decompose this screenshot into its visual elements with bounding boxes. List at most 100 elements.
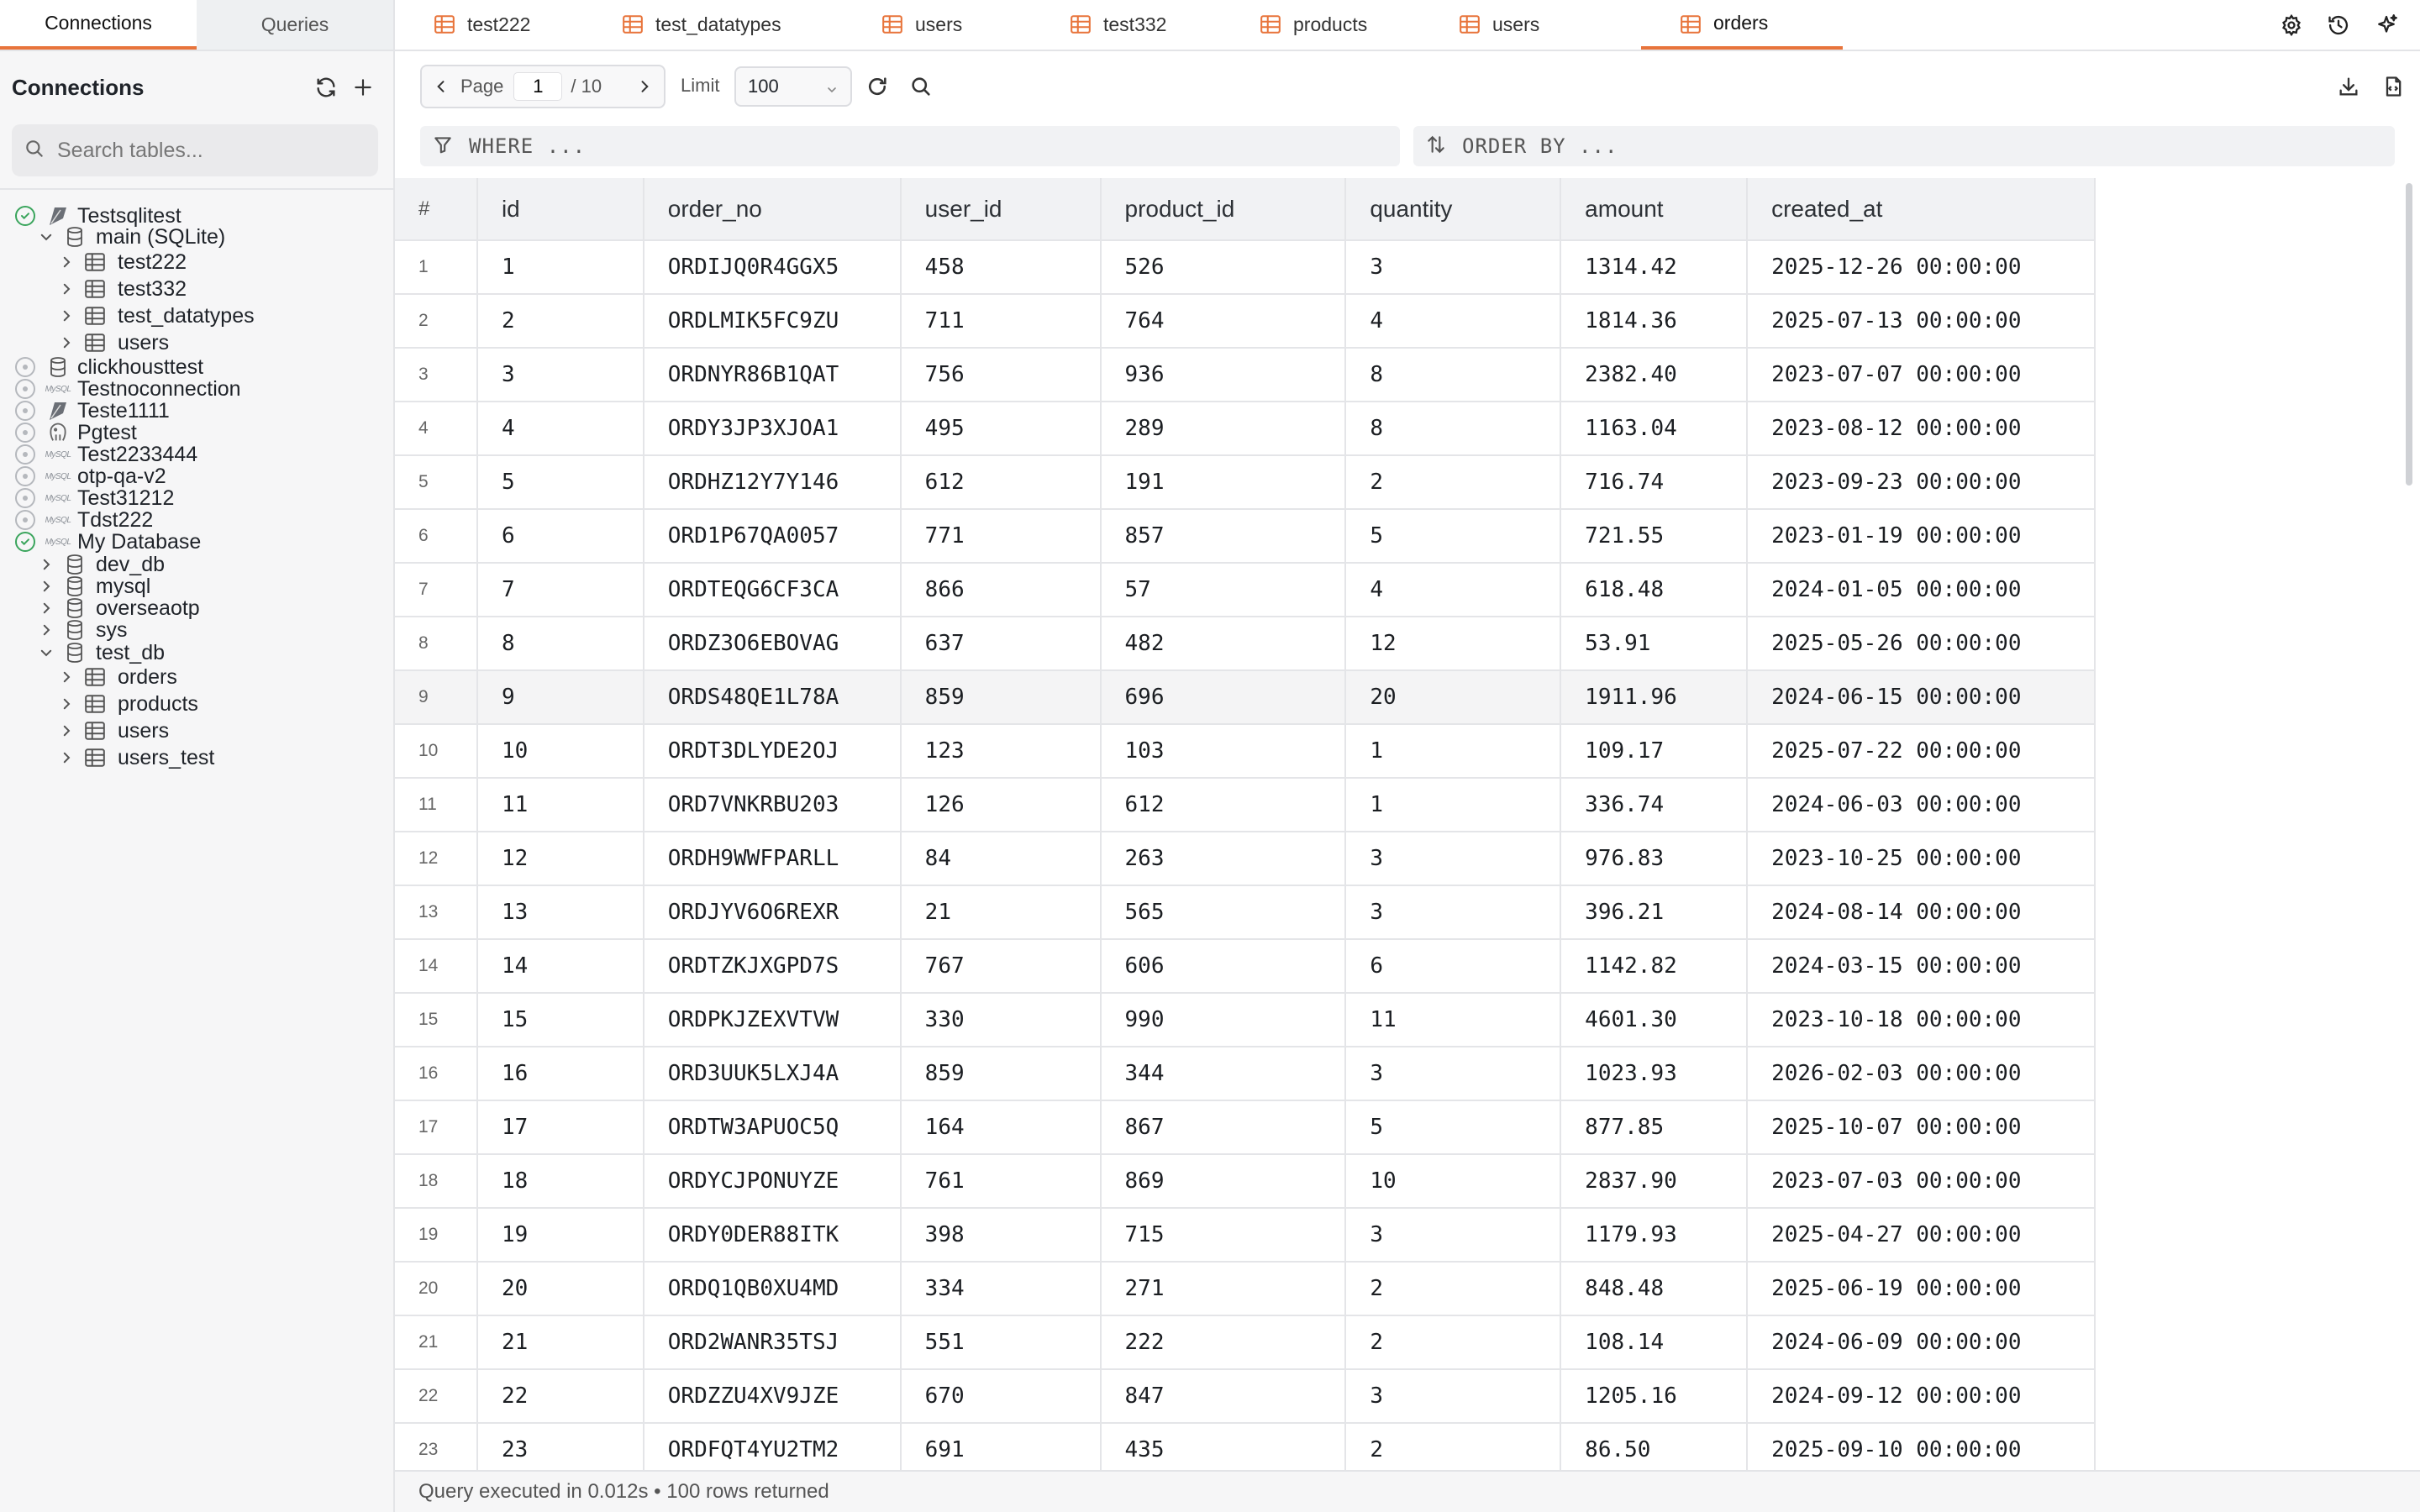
cell-order-no[interactable]: ORDZZU4XV9JZE — [643, 1369, 902, 1424]
cell-order-no[interactable]: ORDS48QE1L78A — [643, 670, 902, 725]
cell-order-no[interactable]: ORD7VNKRBU203 — [643, 778, 902, 832]
table-item-orders[interactable]: orders — [0, 664, 393, 690]
table-row[interactable]: 6 6 ORD1P67QA0057 771 857 5 721.55 2023-01-19 0… — [395, 509, 2096, 564]
cell-product-id[interactable]: 103 — [1100, 724, 1347, 779]
row-number-cell[interactable]: 23 — [395, 1423, 478, 1478]
chevron-right-icon[interactable] — [57, 668, 76, 686]
cell-quantity[interactable]: 5 — [1345, 1100, 1562, 1155]
column-header-amount[interactable]: amount — [1560, 178, 1749, 241]
query-tab-test222[interactable]: test222 — [395, 0, 583, 50]
table-row[interactable]: 15 15 ORDPKJZEXVTVW 330 990 11 4601.30 2023-10-… — [395, 993, 2096, 1047]
cell-created-at[interactable]: 2025-10-07 00:00:00 — [1747, 1100, 2096, 1155]
cell-order-no[interactable]: ORDLMIK5FC9ZU — [643, 294, 902, 349]
cell-product-id[interactable]: 289 — [1100, 402, 1347, 456]
cell-id[interactable]: 21 — [476, 1315, 644, 1370]
cell-id[interactable]: 22 — [476, 1369, 644, 1424]
cell-id[interactable]: 2 — [476, 294, 644, 349]
cell-user-id[interactable]: 859 — [900, 1047, 1102, 1101]
cell-product-id[interactable]: 696 — [1100, 670, 1347, 725]
cell-order-no[interactable]: ORDYCJPONUYZE — [643, 1154, 902, 1209]
cell-id[interactable]: 18 — [476, 1154, 644, 1209]
query-tab-users[interactable]: users — [1420, 0, 1641, 50]
cell-product-id[interactable]: 344 — [1100, 1047, 1347, 1101]
where-filter-input[interactable]: WHERE ... — [420, 126, 1400, 166]
cell-created-at[interactable]: 2024-06-09 00:00:00 — [1747, 1315, 2096, 1370]
table-row[interactable]: 9 9 ORDS48QE1L78A 859 696 20 1911.96 2024-06-15… — [395, 670, 2096, 725]
cell-created-at[interactable]: 2025-06-19 00:00:00 — [1747, 1262, 2096, 1316]
cell-product-id[interactable]: 57 — [1100, 563, 1347, 617]
cell-product-id[interactable]: 847 — [1100, 1369, 1347, 1424]
chevron-right-icon[interactable] — [57, 695, 76, 713]
query-tab-orders[interactable]: orders — [1641, 0, 1843, 50]
cell-user-id[interactable]: 330 — [900, 993, 1102, 1047]
cell-order-no[interactable]: ORDJYV6O6REXR — [643, 885, 902, 940]
cell-amount[interactable]: 1179.93 — [1560, 1208, 1749, 1263]
cell-quantity[interactable]: 11 — [1345, 993, 1562, 1047]
table-row[interactable]: 11 11 ORD7VNKRBU203 126 612 1 336.74 2024-06-03… — [395, 778, 2096, 832]
cell-quantity[interactable]: 2 — [1345, 1315, 1562, 1370]
row-number-cell[interactable]: 3 — [395, 348, 478, 402]
cell-quantity[interactable]: 5 — [1345, 509, 1562, 564]
cell-amount[interactable]: 618.48 — [1560, 563, 1749, 617]
cell-user-id[interactable]: 691 — [900, 1423, 1102, 1478]
cell-order-no[interactable]: ORDTZKJXGPD7S — [643, 939, 902, 994]
cell-id[interactable]: 16 — [476, 1047, 644, 1101]
cell-order-no[interactable]: ORDIJQ0R4GGX5 — [643, 240, 902, 295]
table-row[interactable]: 13 13 ORDJYV6O6REXR 21 565 3 396.21 2024-08-14 … — [395, 885, 2096, 940]
cell-user-id[interactable]: 761 — [900, 1154, 1102, 1209]
cell-quantity[interactable]: 3 — [1345, 885, 1562, 940]
cell-product-id[interactable]: 869 — [1100, 1154, 1347, 1209]
cell-created-at[interactable]: 2024-01-05 00:00:00 — [1747, 563, 2096, 617]
cell-amount[interactable]: 877.85 — [1560, 1100, 1749, 1155]
cell-user-id[interactable]: 612 — [900, 455, 1102, 510]
table-item-users[interactable]: users — [0, 717, 393, 744]
cell-user-id[interactable]: 637 — [900, 617, 1102, 671]
cell-amount[interactable]: 1205.16 — [1560, 1369, 1749, 1424]
cell-amount[interactable]: 108.14 — [1560, 1315, 1749, 1370]
cell-product-id[interactable]: 857 — [1100, 509, 1347, 564]
row-number-cell[interactable]: 17 — [395, 1100, 478, 1155]
cell-order-no[interactable]: ORDFQT4YU2TM2 — [643, 1423, 902, 1478]
column-header-product-id[interactable]: product_id — [1100, 178, 1347, 241]
column-header-user-id[interactable]: user_id — [900, 178, 1102, 241]
chevron-right-icon[interactable] — [57, 280, 76, 298]
row-number-cell[interactable]: 16 — [395, 1047, 478, 1101]
cell-created-at[interactable]: 2025-04-27 00:00:00 — [1747, 1208, 2096, 1263]
cell-amount[interactable]: 976.83 — [1560, 832, 1749, 886]
cell-id[interactable]: 4 — [476, 402, 644, 456]
cell-id[interactable]: 8 — [476, 617, 644, 671]
table-row[interactable]: 8 8 ORDZ3O6EBOVAG 637 482 12 53.91 2025-05-26 0… — [395, 617, 2096, 671]
cell-user-id[interactable]: 551 — [900, 1315, 1102, 1370]
cell-id[interactable]: 10 — [476, 724, 644, 779]
settings-gear-icon[interactable] — [2275, 10, 2308, 40]
table-row[interactable]: 22 22 ORDZZU4XV9JZE 670 847 3 1205.16 2024-09-1… — [395, 1369, 2096, 1424]
download-icon[interactable] — [2332, 70, 2365, 103]
cell-product-id[interactable]: 565 — [1100, 885, 1347, 940]
cell-created-at[interactable]: 2024-09-12 00:00:00 — [1747, 1369, 2096, 1424]
cell-order-no[interactable]: ORDNYR86B1QAT — [643, 348, 902, 402]
table-row[interactable]: 14 14 ORDTZKJXGPD7S 767 606 6 1142.82 2024-03-1… — [395, 939, 2096, 994]
table-row[interactable]: 12 12 ORDH9WWFPARLL 84 263 3 976.83 2023-10-25 … — [395, 832, 2096, 886]
cell-quantity[interactable]: 20 — [1345, 670, 1562, 725]
cell-quantity[interactable]: 3 — [1345, 832, 1562, 886]
cell-order-no[interactable]: ORD1P67QA0057 — [643, 509, 902, 564]
table-row[interactable]: 17 17 ORDTW3APUOC5Q 164 867 5 877.85 2025-10-07… — [395, 1100, 2096, 1155]
cell-quantity[interactable]: 3 — [1345, 240, 1562, 295]
cell-created-at[interactable]: 2025-05-26 00:00:00 — [1747, 617, 2096, 671]
database-item-main-sqlite[interactable]: main (SQLite) — [0, 223, 393, 250]
row-number-cell[interactable]: 5 — [395, 455, 478, 510]
cell-order-no[interactable]: ORDT3DLYDE2OJ — [643, 724, 902, 779]
row-number-cell[interactable]: 22 — [395, 1369, 478, 1424]
table-row[interactable]: 10 10 ORDT3DLYDE2OJ 123 103 1 109.17 2025-07-22… — [395, 724, 2096, 779]
cell-amount[interactable]: 848.48 — [1560, 1262, 1749, 1316]
cell-id[interactable]: 14 — [476, 939, 644, 994]
chevron-down-icon[interactable] — [37, 643, 55, 662]
cell-amount[interactable]: 2382.40 — [1560, 348, 1749, 402]
cell-amount[interactable]: 1142.82 — [1560, 939, 1749, 994]
row-number-cell[interactable]: 8 — [395, 617, 478, 671]
cell-product-id[interactable]: 435 — [1100, 1423, 1347, 1478]
cell-quantity[interactable]: 8 — [1345, 348, 1562, 402]
cell-order-no[interactable]: ORDY3JP3XJOA1 — [643, 402, 902, 456]
cell-amount[interactable]: 2837.90 — [1560, 1154, 1749, 1209]
column-header-quantity[interactable]: quantity — [1345, 178, 1562, 241]
